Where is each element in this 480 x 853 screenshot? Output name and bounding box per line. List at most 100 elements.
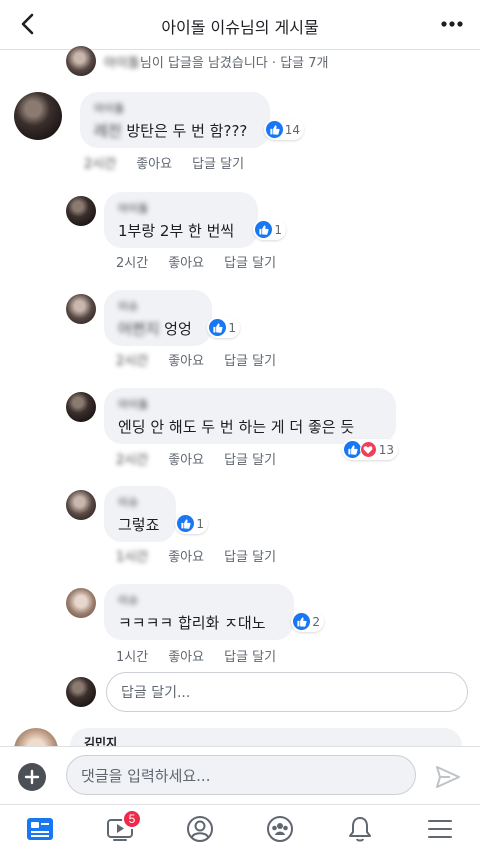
- bell-icon: [349, 817, 371, 842]
- avatar: [66, 392, 96, 422]
- hamburger-menu-icon: [428, 820, 452, 838]
- news-feed-icon: [27, 818, 53, 840]
- profile-icon: [187, 816, 213, 842]
- like-reaction-icon: [265, 121, 283, 138]
- comment-composer: 댓글을 입력하세요...: [0, 746, 480, 804]
- commenter-name[interactable]: 아이돌: [118, 396, 382, 412]
- my-avatar: [66, 677, 96, 707]
- timestamp: 2시간: [116, 453, 149, 468]
- tab-news-feed[interactable]: [20, 811, 60, 847]
- like-reaction-icon: [343, 441, 361, 458]
- comment-actions: 1시간 좋아요 답글 달기: [116, 546, 276, 565]
- tab-menu[interactable]: [420, 811, 460, 847]
- reaction-summary[interactable]: 14: [263, 119, 304, 140]
- like-button[interactable]: 좋아요: [168, 449, 204, 468]
- like-button[interactable]: 좋아요: [168, 646, 204, 665]
- blurred-text: 레전: [94, 122, 122, 140]
- commenter-name[interactable]: 이슈: [118, 592, 280, 608]
- reaction-summary[interactable]: 1: [175, 513, 208, 534]
- reaction-summary[interactable]: 13: [341, 439, 398, 460]
- comment-bubble: 이슈 그렇죠 1: [104, 486, 208, 542]
- reply-button[interactable]: 답글 달기: [224, 646, 276, 665]
- like-reaction-icon: [255, 221, 273, 238]
- page-title: 아이돌 이슈님의 게시물: [161, 18, 319, 37]
- reaction-count: 1: [196, 516, 204, 531]
- comment-actions: 2시간 좋아요 답글 달기: [116, 350, 276, 369]
- commenter-name[interactable]: 아이돌: [94, 100, 256, 116]
- avatar: [66, 46, 96, 76]
- reaction-count: 2: [312, 614, 320, 629]
- reply-comment: 아이돌 1부랑 2부 한 번씩 1: [66, 192, 286, 248]
- tab-groups[interactable]: [260, 811, 300, 847]
- comment: 아이돌 레전 방탄은 두 번 함??? 14: [14, 92, 304, 148]
- like-reaction-icon: [293, 613, 311, 630]
- reply-button[interactable]: 답글 달기: [224, 546, 276, 565]
- top-bar: 아이돌 이슈님의 게시물: [0, 0, 480, 50]
- comment-actions: 2시간 좋아요 답글 달기: [116, 449, 276, 468]
- reply-count: 답글 7개: [280, 55, 329, 71]
- like-reaction-icon: [209, 319, 227, 336]
- blurred-text: 어쩐지: [118, 320, 160, 338]
- add-attachment-button[interactable]: [18, 763, 46, 791]
- tab-notifications[interactable]: [340, 811, 380, 847]
- reply-comment: 이슈 그렇죠 1: [66, 486, 208, 542]
- comment-text: ㅋㅋㅋㅋ 합리화 ㅈ대노: [118, 614, 266, 632]
- avatar: [14, 92, 62, 140]
- comment-actions: 2시간 좋아요 답글 달기: [116, 252, 276, 271]
- commenter-name[interactable]: 이슈: [118, 494, 162, 510]
- timestamp: 1시간: [116, 550, 149, 565]
- replies-summary[interactable]: 아이돌님이 답글을 남겼습니다 · 답글 7개: [66, 46, 329, 76]
- tab-watch[interactable]: 5: [100, 809, 142, 847]
- notification-badge: 5: [122, 809, 142, 829]
- reaction-count: 13: [378, 442, 394, 457]
- blurred-name: 아이돌: [104, 55, 140, 71]
- comment-text: 1부랑 2부 한 번씩: [118, 222, 235, 240]
- reply-button[interactable]: 답글 달기: [224, 449, 276, 468]
- avatar: [66, 294, 96, 324]
- like-button[interactable]: 좋아요: [168, 252, 204, 271]
- reply-input[interactable]: 답글 달기...: [106, 672, 468, 712]
- reply-comment: 아이돌 엔딩 안 해도 두 번 하는 게 더 좋은 듯 13: [66, 388, 398, 460]
- comment-actions: 2시간 좋아요 답글 달기: [84, 153, 244, 172]
- reply-button[interactable]: 답글 달기: [192, 153, 244, 172]
- comment-bubble: 아이돌 엔딩 안 해도 두 번 하는 게 더 좋은 듯 13: [104, 388, 398, 460]
- comment-text: 엔딩 안 해도 두 번 하는 게 더 좋은 듯: [118, 418, 355, 436]
- comment-bubble: 이슈 ㅋㅋㅋㅋ 합리화 ㅈ대노 2: [104, 584, 324, 640]
- commenter-name[interactable]: 아이돌: [118, 200, 244, 216]
- avatar: [66, 490, 96, 520]
- timestamp: 2시간: [116, 256, 149, 271]
- comment-text: 엉엉: [159, 320, 192, 338]
- send-icon[interactable]: [434, 763, 462, 791]
- avatar: [66, 588, 96, 618]
- reaction-summary[interactable]: 2: [291, 611, 324, 632]
- groups-icon: [267, 816, 293, 842]
- comment-actions: 1시간 좋아요 답글 달기: [116, 646, 276, 665]
- notice-text: 님이 답글을 남겼습니다: [139, 55, 268, 71]
- comment-text: 그렇죠: [118, 516, 160, 534]
- like-button[interactable]: 좋아요: [136, 153, 172, 172]
- commenter-name[interactable]: 이슈: [118, 298, 198, 314]
- reply-button[interactable]: 답글 달기: [224, 252, 276, 271]
- reaction-summary[interactable]: 1: [253, 219, 286, 240]
- plus-icon: [24, 769, 40, 785]
- like-button[interactable]: 좋아요: [168, 546, 204, 565]
- timestamp: 2시간: [116, 354, 149, 369]
- timestamp: 1시간: [116, 650, 149, 665]
- reply-comment: 이슈 ㅋㅋㅋㅋ 합리화 ㅈ대노 2: [66, 584, 324, 640]
- like-button[interactable]: 좋아요: [168, 350, 204, 369]
- avatar: [66, 196, 96, 226]
- reaction-count: 14: [284, 122, 300, 137]
- reply-input-row: 답글 달기...: [66, 672, 468, 712]
- bottom-tab-bar: 5: [0, 804, 480, 853]
- reply-button[interactable]: 답글 달기: [224, 350, 276, 369]
- timestamp: 2시간: [84, 157, 117, 172]
- reaction-count: 1: [228, 320, 236, 335]
- comment-bubble: 아이돌 1부랑 2부 한 번씩 1: [104, 192, 286, 248]
- comment-input[interactable]: 댓글을 입력하세요...: [66, 755, 416, 795]
- love-reaction-icon: [359, 441, 377, 458]
- more-options-icon[interactable]: [440, 14, 464, 34]
- like-reaction-icon: [177, 515, 195, 532]
- reply-comment: 이슈 어쩐지 엉엉 1: [66, 290, 240, 346]
- reaction-summary[interactable]: 1: [207, 317, 240, 338]
- tab-profile[interactable]: [180, 811, 220, 847]
